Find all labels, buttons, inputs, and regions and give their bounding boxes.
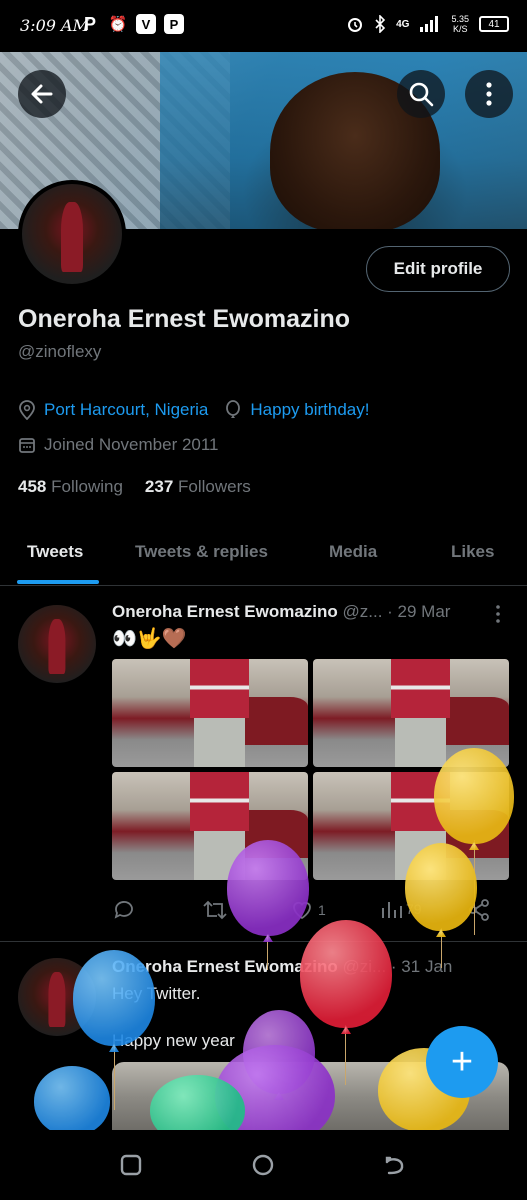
- photo-person: [391, 659, 451, 719]
- alarm-icon: ⏰: [108, 16, 128, 33]
- tweet-more-icon[interactable]: [494, 604, 502, 624]
- recent-apps-icon[interactable]: [118, 1152, 144, 1178]
- following-link[interactable]: 458 Following: [18, 477, 123, 497]
- profile-tabs: Tweets Tweets & replies Media Likes: [0, 520, 527, 586]
- following-count: 458: [18, 477, 47, 496]
- notification-p-icon: P: [83, 13, 96, 34]
- notification-v-icon: V: [136, 14, 156, 34]
- views-icon: [382, 902, 402, 918]
- profile-handle: @zinoflexy: [18, 342, 102, 361]
- retweet-icon: [203, 900, 227, 920]
- alarm-clock-icon: [348, 18, 363, 32]
- calendar-icon: [19, 438, 35, 453]
- compose-tweet-button[interactable]: +: [426, 1026, 498, 1098]
- red-balloon: [300, 920, 392, 1028]
- battery-icon: 41: [479, 16, 509, 32]
- profile-name: Oneroha Ernest Ewomazino: [18, 305, 351, 333]
- reply-icon: [114, 901, 133, 919]
- photo-pants: [194, 718, 246, 767]
- profile-location[interactable]: Port Harcourt, Nigeria: [44, 400, 208, 420]
- tab-tweets[interactable]: Tweets: [27, 542, 83, 562]
- yellow-balloon: [405, 843, 477, 931]
- tweet-header: Oneroha Ernest Ewomazino @z... · 29 Mar: [112, 602, 450, 622]
- system-navigation-bar: [0, 1130, 527, 1200]
- location-icon: [19, 400, 35, 420]
- tab-tweets-replies[interactable]: Tweets & replies: [135, 542, 268, 562]
- profile-birthday[interactable]: Happy birthday!: [250, 400, 369, 420]
- notification-pdf-icon: P: [164, 14, 184, 34]
- back-nav-icon[interactable]: [382, 1152, 408, 1178]
- tweet-handle-date: @z... · 29 Mar: [342, 602, 451, 621]
- reply-button[interactable]: [112, 898, 136, 922]
- status-notification-icons: P ⏰ V P: [80, 14, 184, 34]
- tab-active-indicator: [17, 580, 99, 584]
- arrow-left-icon: [31, 84, 53, 104]
- avatar-figure: [61, 202, 83, 272]
- photo-pants: [395, 718, 447, 767]
- search-button[interactable]: [397, 70, 445, 118]
- signal-icon: [420, 16, 439, 32]
- plus-icon: +: [450, 1040, 474, 1083]
- retweet-button[interactable]: [202, 898, 228, 922]
- photo-person: [190, 659, 250, 719]
- tab-media[interactable]: Media: [329, 542, 377, 562]
- followers-link[interactable]: 237 Followers: [145, 477, 251, 497]
- purple-balloon: [227, 840, 309, 936]
- tweet-avatar[interactable]: [18, 605, 96, 683]
- like-count: 1: [318, 902, 326, 918]
- speed-unit: K/S: [452, 24, 468, 34]
- blue-balloon: [73, 950, 155, 1046]
- profile-avatar[interactable]: [18, 180, 126, 288]
- tab-likes[interactable]: Likes: [451, 542, 494, 562]
- tweet-author-name[interactable]: Oneroha Ernest Ewomazino: [112, 602, 338, 621]
- following-label: Following: [51, 477, 123, 496]
- balloon-icon: [226, 400, 241, 418]
- avatar-figure: [48, 619, 66, 674]
- tweet-header: Oneroha Ernest Ewomazino @zi... · 31 Jan: [112, 957, 452, 977]
- status-system-icons: 4G 5.35 K/S 41: [346, 14, 509, 34]
- more-button[interactable]: [465, 70, 513, 118]
- tweet-text: 👀🤟🤎: [112, 628, 187, 650]
- photo-person: [190, 772, 250, 832]
- yellow-balloon: [434, 748, 514, 844]
- edit-profile-button[interactable]: Edit profile: [366, 246, 510, 292]
- status-time: 3:09 AM: [20, 16, 89, 35]
- profile-joined: Joined November 2011: [44, 435, 219, 454]
- followers-count: 237: [144, 477, 174, 496]
- more-vertical-icon: [486, 82, 492, 106]
- tweet-photo-1[interactable]: [112, 659, 308, 767]
- network-type: 4G: [396, 18, 410, 30]
- profile-meta-row: Port Harcourt, Nigeria Happy birthday!: [18, 400, 369, 420]
- follow-stats: 458 Following 237 Followers: [18, 477, 251, 497]
- followers-label: Followers: [178, 477, 251, 496]
- network-speed: 5.35 K/S: [451, 14, 469, 34]
- blue-balloon: [34, 1066, 110, 1136]
- speed-value: 5.35: [451, 14, 469, 24]
- search-icon: [409, 82, 434, 107]
- bluetooth-icon: [375, 15, 386, 33]
- balloon-string: [345, 1025, 346, 1085]
- status-bar: 3:09 AM P ⏰ V P 4G 5.35 K/S 41: [0, 0, 527, 52]
- avatar-figure: [48, 972, 66, 1027]
- profile-joined-row: Joined November 2011: [18, 435, 219, 455]
- home-icon[interactable]: [250, 1152, 276, 1178]
- back-button[interactable]: [18, 70, 66, 118]
